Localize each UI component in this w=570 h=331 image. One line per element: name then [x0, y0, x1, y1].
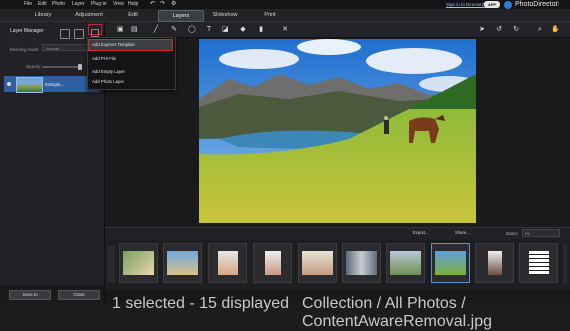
tab-print[interactable]: Print — [258, 10, 282, 20]
thumbnail[interactable] — [253, 243, 292, 283]
visibility-eye-icon[interactable] — [7, 82, 11, 86]
blending-mode-label: Blending mode: — [10, 47, 40, 52]
tab-library[interactable]: Library — [26, 10, 60, 20]
add-empty-layer-item[interactable]: Add Empty Layer — [92, 69, 125, 74]
menu-plugin[interactable]: Plug-in — [91, 0, 107, 9]
tab-edit[interactable]: Edit — [122, 10, 144, 20]
reset-icon[interactable]: ↺ — [496, 26, 502, 33]
tab-adjustment[interactable]: Adjustment — [68, 10, 110, 20]
crop-icon[interactable]: ✕ — [282, 26, 288, 33]
opacity-slider[interactable] — [42, 66, 82, 68]
eraser-icon[interactable]: ▮ — [258, 26, 264, 33]
tab-layers[interactable]: Layers — [158, 10, 204, 22]
menu-file[interactable]: File — [24, 0, 32, 9]
collection-path: Collection / All Photos / ContentAwareRe… — [302, 295, 493, 330]
layer-list-icon[interactable] — [74, 29, 84, 39]
selection-status: 1 selected - 15 displayed — [112, 295, 289, 312]
rotate-icon[interactable]: ↻ — [513, 26, 519, 33]
thumbnail[interactable] — [519, 243, 558, 283]
thumbnail[interactable] — [342, 243, 381, 283]
filmstrip-scrollbar[interactable] — [563, 244, 567, 284]
add-layer-icon — [91, 29, 99, 37]
opacity-label: Opacity: — [26, 64, 42, 69]
thumbnail[interactable] — [298, 243, 337, 283]
layer-manager-title: Layer Manager — [10, 28, 44, 34]
fill-icon[interactable]: ◆ — [240, 26, 246, 33]
zoom-icon[interactable]: ⌕ — [537, 26, 543, 33]
image-adjust-icon[interactable]: ▤ — [131, 26, 138, 33]
thumbnail[interactable] — [119, 243, 158, 283]
brush-icon[interactable]: ╱ — [153, 26, 159, 33]
export-button[interactable]: Export... — [413, 229, 443, 236]
redo-icon[interactable]: ↷ — [160, 0, 165, 9]
opacity-slider-thumb[interactable] — [78, 64, 82, 70]
pen-icon[interactable]: ✎ — [171, 26, 177, 33]
add-photo-layer-item[interactable]: Add Photo Layer — [92, 79, 124, 84]
menu-bar: File Edit Photo Layer Plug-in View Help … — [0, 0, 570, 16]
thumbnail-selected[interactable] — [431, 243, 470, 283]
close-button[interactable]: Close — [58, 290, 100, 300]
settings-icon[interactable]: ⚙ — [171, 0, 176, 9]
add-phi-file-item[interactable]: Add PHI File — [92, 56, 116, 61]
zoom-label: Zoom: — [506, 231, 518, 236]
menu-help[interactable]: Help — [128, 0, 138, 9]
image-tool-icon[interactable]: ▣ — [117, 26, 124, 33]
menu-photo[interactable]: Photo — [52, 0, 65, 9]
main-photo[interactable] — [199, 39, 476, 223]
module-tab-bar: Library Adjustment Edit Layers Slideshow… — [0, 9, 570, 22]
menu-layer[interactable]: Layer — [72, 0, 85, 9]
thumbnail[interactable] — [386, 243, 425, 283]
hand-icon[interactable]: ✋ — [551, 26, 560, 33]
pointer-icon[interactable]: ➤ — [479, 26, 485, 33]
menu-view[interactable]: View — [113, 0, 124, 9]
apps-badge[interactable]: APP — [484, 1, 500, 8]
tab-slideshow[interactable]: Slideshow — [208, 10, 242, 20]
undo-icon[interactable]: ↶ — [150, 0, 155, 9]
text-icon[interactable]: T — [206, 26, 212, 33]
add-express-template-item[interactable]: Add Express Template — [92, 42, 135, 47]
layer-name: Multiple... — [45, 82, 65, 87]
thumbnail[interactable] — [475, 243, 514, 283]
layer-thumbnail — [16, 77, 43, 93]
thumbnail[interactable] — [208, 243, 247, 283]
filmstrip-scroll-handle[interactable] — [107, 246, 115, 282]
menu-edit[interactable]: Edit — [38, 0, 47, 9]
zoom-select[interactable]: Fit — [522, 229, 560, 237]
thumbnail[interactable] — [163, 243, 202, 283]
photodirector-logo-icon — [504, 1, 512, 9]
share-button[interactable]: Share... — [455, 229, 489, 236]
ellipse-icon[interactable]: ◯ — [188, 26, 196, 33]
clone-icon[interactable]: ◪ — [222, 26, 229, 33]
save-to-button[interactable]: Save to — [9, 290, 51, 300]
delete-layer-icon[interactable] — [60, 29, 70, 39]
